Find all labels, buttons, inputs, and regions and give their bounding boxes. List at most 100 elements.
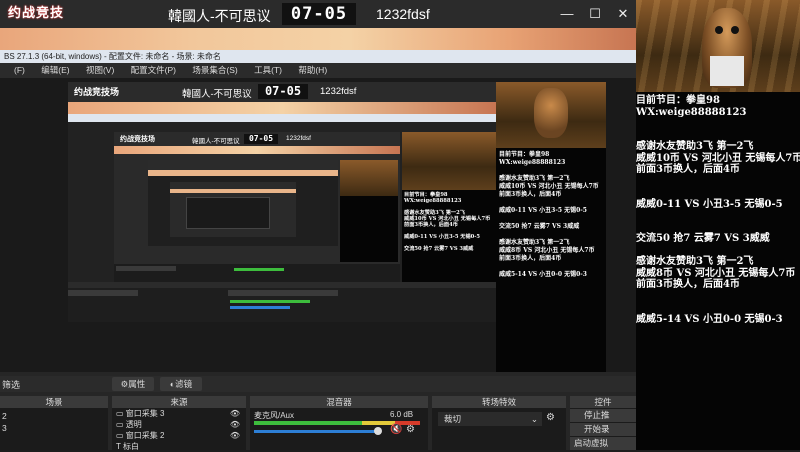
cat-shirt bbox=[710, 56, 744, 86]
nested-info-line: 威威8币 VS 河北小丑 无锡每人7币 bbox=[499, 247, 595, 254]
chevron-down-icon: ⌄ bbox=[530, 414, 538, 424]
scenes-header: 场景 bbox=[0, 396, 108, 408]
info-line: 威威5-14 VS 小丑0-0 无锡0-3 bbox=[636, 313, 783, 325]
nested-title: 韓國人-不可思议 bbox=[182, 89, 252, 100]
nested-volume-slider bbox=[230, 306, 290, 309]
match-info-panel: 目前节目：拳皇98 WX:weige88888123 感谢水友赞助3飞 第一2飞… bbox=[636, 92, 800, 450]
nested2-room: 1232fdsf bbox=[286, 135, 311, 142]
info-line: 威威0-11 VS 小丑3-5 无锡0-5 bbox=[636, 198, 783, 210]
info-line: 威威10币 VS 河北小丑 无锡每人7币 bbox=[636, 152, 800, 164]
nested-info-line: 威威5-14 VS 小丑0-0 无锡0-3 bbox=[499, 271, 587, 278]
filters-button[interactable]: ◐滤镜 bbox=[160, 377, 202, 391]
filter-row: 筛选 ⚙属性 ◐滤镜 bbox=[0, 376, 636, 392]
mixer-channel-name: 麦克风/Aux bbox=[254, 411, 295, 420]
stop-streaming-button[interactable]: 停止推 bbox=[570, 409, 636, 422]
nested-info-line: 感谢水友赞助3飞 第一2飞 bbox=[499, 239, 570, 246]
nested2-title-bar: 约战竞技场 韓國人-不可思议 07-05 1232fdsf bbox=[114, 132, 400, 146]
nested-banner bbox=[68, 102, 496, 114]
nested2-info-line: 交流50 抢7 云雾7 VS 3威威 bbox=[404, 246, 474, 252]
window-icon: ▭ bbox=[116, 420, 124, 429]
source-item[interactable]: ▭ 窗口采集 3 👁 bbox=[116, 408, 246, 419]
volume-slider-handle[interactable] bbox=[374, 427, 382, 435]
source-label: 透明 bbox=[125, 420, 142, 429]
gear-icon[interactable]: ⚙ bbox=[406, 424, 415, 435]
info-line: 前面3币换人，后面4币 bbox=[636, 279, 740, 290]
mixer-dock: 混音器 麦克风/Aux 6.0 dB 🔇 ⚙ bbox=[250, 396, 428, 450]
source-item[interactable]: ▭ 透明 👁 bbox=[116, 419, 246, 430]
properties-button[interactable]: ⚙属性 bbox=[112, 377, 154, 391]
info-line: 交流50 抢7 云雾7 VS 3威威 bbox=[636, 233, 770, 244]
menu-bar: (F) 编辑(E) 视图(V) 配置文件(P) 场景集合(S) 工具(T) 帮助… bbox=[0, 63, 636, 78]
gear-icon[interactable]: ⚙ bbox=[546, 412, 555, 423]
nested3-cam bbox=[340, 160, 398, 196]
source-label: 窗口采集 2 bbox=[125, 431, 165, 440]
controls-header: 控件 bbox=[570, 396, 636, 408]
nested-info-line: 前面3币换人，后面4币 bbox=[499, 191, 562, 198]
nested4-preview-area bbox=[170, 193, 296, 237]
transition-select[interactable]: 裁切 ⌄ bbox=[438, 412, 542, 426]
nested-timer: 07-05 bbox=[258, 84, 308, 99]
nested-preview-area: 约战竞技场 韓國人-不可思议 07-05 1232fdsf 目前节目：拳皇98 … bbox=[68, 122, 496, 282]
nested-cam bbox=[496, 82, 606, 148]
nested2-banner bbox=[114, 146, 400, 154]
nested-mixer-hdr bbox=[228, 290, 338, 296]
match-timer: 07-05 bbox=[282, 3, 356, 25]
stream-title-bar: 约战竞技场 韓國人-不可思议 07-05 1232fdsf — ☐ ✕ bbox=[0, 0, 636, 45]
start-virtual-camera-button[interactable]: 启动虚拟 bbox=[570, 437, 636, 450]
maximize-button[interactable]: ☐ bbox=[584, 4, 606, 24]
eye-icon[interactable]: 👁 bbox=[230, 419, 240, 430]
menu-help[interactable]: 帮助(H) bbox=[298, 63, 327, 78]
start-recording-button[interactable]: 开始录 bbox=[570, 423, 636, 436]
volume-slider[interactable] bbox=[254, 430, 378, 433]
source-label: 窗口采集 3 bbox=[125, 409, 165, 418]
filter-label: 筛选 bbox=[2, 380, 21, 390]
webcam-overlay bbox=[636, 0, 800, 92]
menu-view[interactable]: 视图(V) bbox=[86, 63, 114, 78]
cat-figure bbox=[702, 8, 752, 88]
nested3-info-panel bbox=[340, 196, 398, 262]
close-button[interactable]: ✕ bbox=[612, 4, 634, 24]
menu-edit[interactable]: 编辑(E) bbox=[41, 63, 69, 78]
window-icon: ▭ bbox=[116, 431, 124, 440]
room-id: 1232fdsf bbox=[376, 6, 430, 22]
properties-label: 属性 bbox=[128, 379, 146, 389]
menu-file[interactable]: (F) bbox=[14, 63, 25, 78]
minimize-button[interactable]: — bbox=[556, 4, 578, 24]
nested3-title-bar bbox=[148, 160, 338, 170]
eye-icon[interactable]: 👁 bbox=[230, 430, 240, 441]
menu-profile[interactable]: 配置文件(P) bbox=[131, 63, 176, 78]
filters-label: 滤镜 bbox=[175, 379, 193, 389]
speaker-muted-icon[interactable]: 🔇 bbox=[390, 424, 402, 435]
eye-icon[interactable]: 👁 bbox=[230, 408, 240, 419]
mixer-header: 混音器 bbox=[250, 396, 428, 408]
nested-info-line: 威威0-11 VS 小丑3-5 无锡0-5 bbox=[499, 207, 587, 214]
nested-info-line: 感谢水友赞助3飞 第一2飞 bbox=[499, 175, 570, 182]
info-line: 感谢水友赞助3飞 第一2飞 bbox=[636, 256, 754, 267]
scene-item[interactable]: 3 bbox=[2, 422, 106, 434]
scene-item[interactable]: 2 bbox=[2, 410, 106, 422]
nested-docks bbox=[68, 282, 496, 322]
nested2-title: 韓國人-不可思议 bbox=[192, 138, 240, 145]
info-line: WX:weige88888123 bbox=[636, 106, 747, 118]
nested4-title-bar bbox=[170, 182, 296, 189]
nested2-info-panel: 目前节目：拳皇98 WX:weige88888123 感谢水友赞助3飞 第一2飞… bbox=[402, 190, 496, 282]
nested2-preview-area bbox=[114, 154, 400, 264]
transition-value: 裁切 bbox=[444, 414, 462, 424]
nested-room: 1232fdsf bbox=[320, 86, 357, 97]
nested-info-line: 目前节目：拳皇98 bbox=[499, 151, 550, 158]
nested2-meter bbox=[234, 268, 284, 271]
transitions-header: 转场特效 bbox=[432, 396, 566, 408]
nested2-docks bbox=[114, 264, 400, 282]
source-item[interactable]: T 标白 bbox=[116, 441, 246, 452]
menu-tools[interactable]: 工具(T) bbox=[254, 63, 282, 78]
nested-title-bar: 约战竞技场 韓國人-不可思议 07-05 1232fdsf bbox=[68, 82, 496, 102]
source-item[interactable]: ▭ 窗口采集 2 👁 bbox=[116, 430, 246, 441]
nested2-cam bbox=[402, 132, 496, 190]
nested-info-line: 交流50 抢7 云雾7 VS 3威威 bbox=[499, 223, 580, 230]
sources-dock: 来源 ▭ 窗口采集 3 👁 ▭ 透明 👁 ▭ 窗口采集 2 👁 T 标白 bbox=[112, 396, 246, 452]
info-line: 威威8币 VS 河北小丑 无锡每人7币 bbox=[636, 267, 796, 279]
menu-scene-collection[interactable]: 场景集合(S) bbox=[192, 63, 237, 78]
nested-obs-title bbox=[68, 114, 496, 122]
cat-eye bbox=[731, 26, 739, 34]
obs-preview-canvas[interactable]: 约战竞技场 韓國人-不可思议 07-05 1232fdsf 约战竞技场 韓國人-… bbox=[0, 78, 636, 372]
